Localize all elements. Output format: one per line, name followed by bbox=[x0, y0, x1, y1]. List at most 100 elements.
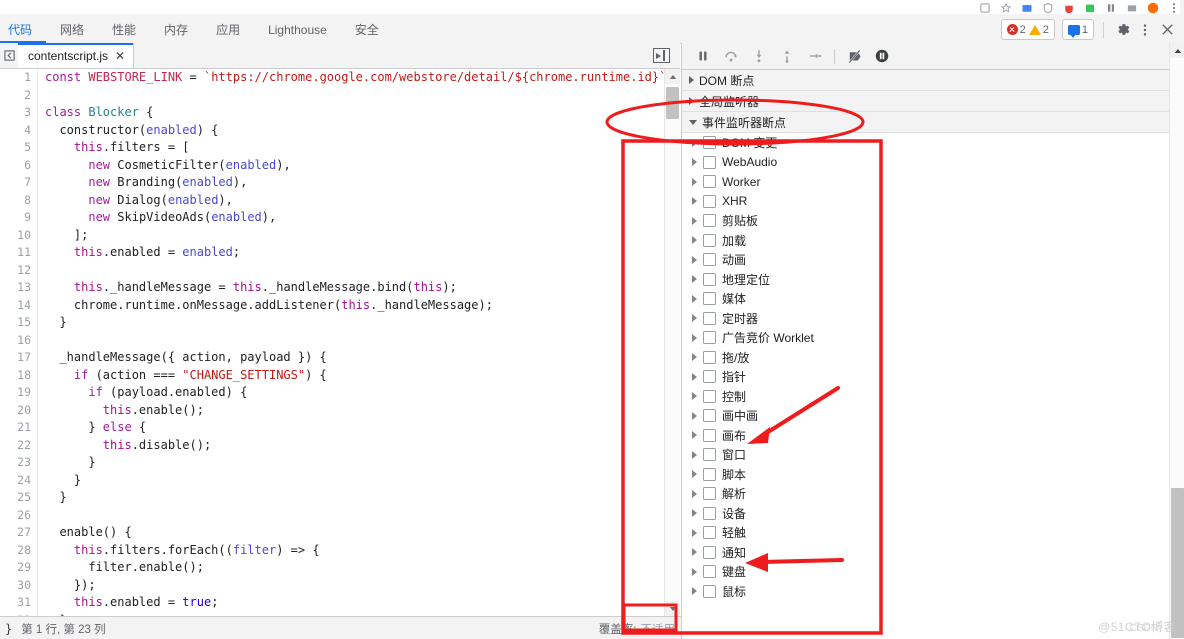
line-source[interactable] bbox=[38, 332, 665, 350]
code-line[interactable]: 3 class Blocker { bbox=[0, 104, 664, 122]
line-source[interactable]: } bbox=[38, 454, 665, 472]
event-listener-breakpoint-row[interactable]: 拖/放 bbox=[682, 348, 1169, 368]
breakpoint-checkbox[interactable] bbox=[703, 350, 716, 364]
code-line[interactable]: 30 }); bbox=[0, 576, 665, 595]
chevron-right-icon[interactable] bbox=[692, 528, 697, 537]
line-number[interactable]: 2 bbox=[0, 86, 38, 104]
chevron-right-icon[interactable] bbox=[692, 431, 697, 440]
code-line[interactable]: 1 const WEBSTORE_LINK = `https://chrome.g… bbox=[0, 69, 664, 87]
line-source[interactable]: new Dialog(enabled), bbox=[38, 192, 665, 210]
event-listener-breakpoint-row[interactable]: 地理定位 bbox=[682, 270, 1169, 290]
editor-scrollbar-thumb[interactable] bbox=[666, 87, 679, 119]
event-listener-breakpoint-row[interactable]: 鼠标 bbox=[682, 582, 1169, 602]
event-listener-breakpoint-row[interactable]: 解析 bbox=[682, 484, 1169, 504]
tab-sources[interactable]: 代码 bbox=[0, 16, 47, 43]
line-source[interactable]: this.enabled = enabled; bbox=[38, 244, 665, 262]
event-listener-breakpoint-row[interactable]: 设备 bbox=[682, 504, 1169, 524]
extension-shield-icon[interactable] bbox=[1042, 2, 1054, 14]
line-source[interactable]: new SkipVideoAds(enabled), bbox=[38, 209, 665, 227]
chevron-right-icon[interactable] bbox=[692, 372, 697, 381]
line-number[interactable]: 19 bbox=[0, 384, 38, 402]
line-number[interactable]: 14 bbox=[0, 296, 38, 314]
error-counter[interactable]: 2 bbox=[1006, 24, 1026, 36]
event-listener-breakpoint-row[interactable]: 画中画 bbox=[682, 406, 1169, 426]
line-source[interactable]: this.disable(); bbox=[38, 437, 665, 455]
line-source[interactable]: this.enable(); bbox=[38, 402, 665, 420]
code-line[interactable]: 20 this.enable(); bbox=[0, 401, 665, 420]
line-source[interactable]: ]; bbox=[38, 227, 665, 245]
star-icon[interactable] bbox=[1000, 2, 1012, 14]
code-line[interactable]: 13 this._handleMessage = this._handleMes… bbox=[0, 279, 664, 297]
deactivate-breakpoints-button[interactable] bbox=[841, 44, 867, 68]
line-source[interactable]: enable() { bbox=[38, 524, 665, 542]
line-number[interactable]: 10 bbox=[0, 226, 38, 244]
chevron-right-icon[interactable] bbox=[692, 294, 697, 303]
extension-red-icon[interactable] bbox=[1063, 2, 1075, 14]
chevron-right-icon[interactable] bbox=[692, 314, 697, 323]
editor-vertical-scrollbar[interactable] bbox=[664, 69, 680, 616]
code-line[interactable]: 19 if (payload.enabled) { bbox=[0, 384, 664, 402]
tab-application[interactable]: 应用 bbox=[202, 16, 254, 43]
line-number[interactable]: 18 bbox=[0, 366, 38, 384]
file-tab-contentscript[interactable]: contentscript.js ✕ bbox=[18, 43, 135, 68]
code-line[interactable]: 23 } bbox=[0, 454, 664, 472]
code-line[interactable]: 27 enable() { bbox=[0, 524, 664, 542]
avatar-icon[interactable] bbox=[1147, 2, 1159, 14]
extension-pause-icon[interactable] bbox=[1105, 2, 1117, 14]
line-source[interactable]: } bbox=[38, 314, 665, 332]
file-tab-close-icon[interactable]: ✕ bbox=[115, 50, 125, 62]
breakpoint-checkbox[interactable] bbox=[703, 194, 716, 208]
event-listener-breakpoint-row[interactable]: 加载 bbox=[682, 231, 1169, 251]
line-number[interactable]: 28 bbox=[0, 541, 38, 559]
event-listener-breakpoint-row[interactable]: 指针 bbox=[682, 367, 1169, 387]
event-listener-breakpoint-row[interactable]: 媒体 bbox=[682, 289, 1169, 309]
code-line[interactable]: 31 this.enabled = true; bbox=[0, 594, 664, 612]
code-line[interactable]: 10 ]; bbox=[0, 226, 665, 245]
breakpoint-checkbox[interactable] bbox=[703, 409, 716, 423]
line-source[interactable] bbox=[38, 87, 665, 105]
chevron-right-icon[interactable] bbox=[692, 587, 697, 596]
line-source[interactable]: filter.enable(); bbox=[38, 559, 665, 577]
code-line[interactable]: 25 } bbox=[0, 489, 664, 507]
event-listener-breakpoint-row[interactable]: 控制 bbox=[682, 387, 1169, 407]
sidebar-vertical-scrollbar[interactable] bbox=[1169, 43, 1184, 639]
code-line[interactable]: 11 this.enabled = enabled; bbox=[0, 244, 664, 262]
chevron-right-icon[interactable] bbox=[692, 392, 697, 401]
bookmark-icon[interactable] bbox=[979, 2, 991, 14]
line-number[interactable]: 25 bbox=[0, 489, 38, 507]
code-line[interactable]: 26 bbox=[0, 506, 664, 524]
code-line[interactable]: 7 new Branding(enabled), bbox=[0, 174, 664, 192]
line-source[interactable]: const WEBSTORE_LINK = `https://chrome.go… bbox=[38, 69, 664, 87]
scroll-up-arrow[interactable] bbox=[665, 69, 680, 84]
breakpoint-checkbox[interactable] bbox=[703, 428, 716, 442]
event-listener-breakpoint-row[interactable]: 动画 bbox=[682, 250, 1169, 270]
step-button[interactable] bbox=[802, 44, 828, 68]
breakpoint-checkbox[interactable] bbox=[703, 155, 716, 169]
breakpoint-checkbox[interactable] bbox=[703, 526, 716, 540]
breakpoint-checkbox[interactable] bbox=[703, 311, 716, 325]
line-source[interactable]: this._handleMessage = this._handleMessag… bbox=[38, 279, 665, 297]
line-number[interactable]: 15 bbox=[0, 314, 38, 332]
breakpoint-checkbox[interactable] bbox=[703, 233, 716, 247]
menu-icon[interactable] bbox=[1168, 2, 1180, 14]
line-number[interactable]: 17 bbox=[0, 349, 38, 367]
line-source[interactable]: }); bbox=[38, 577, 665, 595]
code-line[interactable]: 24 } bbox=[0, 471, 664, 489]
chevron-right-icon[interactable] bbox=[692, 450, 697, 459]
chevron-right-icon[interactable] bbox=[692, 236, 697, 245]
extension-green-icon[interactable] bbox=[1084, 2, 1096, 14]
step-over-button[interactable] bbox=[718, 44, 744, 68]
code-line[interactable]: 6 new CosmeticFilter(enabled), bbox=[0, 156, 664, 174]
extension-blue-icon[interactable] bbox=[1021, 2, 1033, 14]
code-line[interactable]: 15 } bbox=[0, 314, 664, 332]
event-listener-breakpoint-row[interactable]: 窗口 bbox=[682, 445, 1169, 465]
chevron-right-icon[interactable] bbox=[692, 216, 697, 225]
line-number[interactable]: 16 bbox=[0, 331, 38, 349]
line-number[interactable]: 5 bbox=[0, 139, 38, 157]
breakpoint-checkbox[interactable] bbox=[703, 545, 716, 559]
line-number[interactable]: 3 bbox=[0, 104, 38, 122]
code-line[interactable]: 18 if (action === "CHANGE_SETTINGS") { bbox=[0, 366, 664, 384]
tab-security[interactable]: 安全 bbox=[341, 16, 393, 43]
section-dom-breakpoints[interactable]: DOM 断点 bbox=[682, 70, 1169, 91]
line-number[interactable]: 1 bbox=[0, 69, 38, 87]
